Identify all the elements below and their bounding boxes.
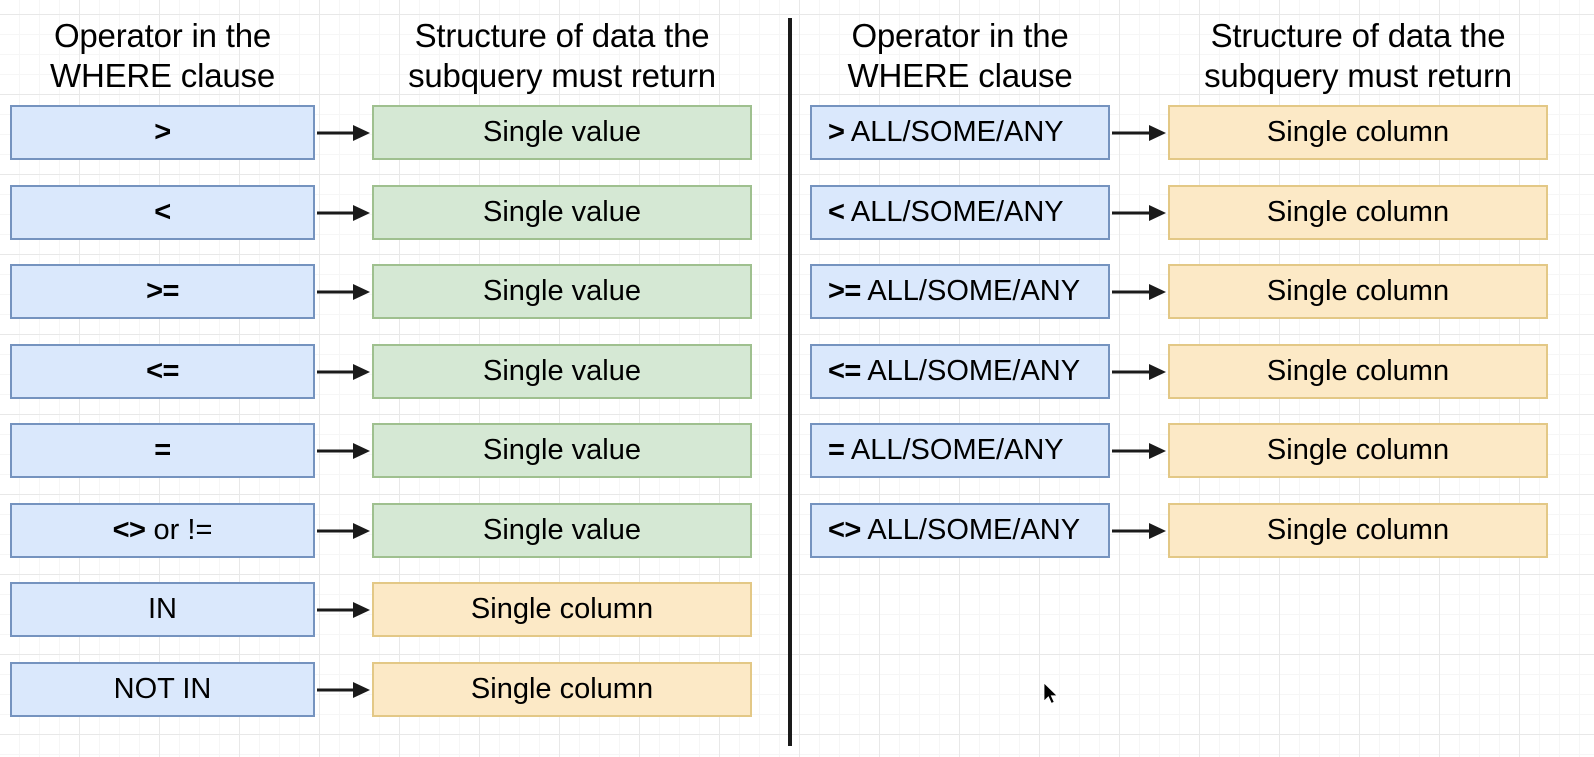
panel-divider	[788, 18, 792, 746]
operator-box-left-8[interactable]: NOT IN	[10, 662, 315, 717]
result-label: Single column	[1266, 196, 1450, 228]
flow-arrow-icon	[1112, 359, 1166, 385]
operator-symbol: >	[828, 116, 845, 148]
flow-arrow-icon	[1112, 438, 1166, 464]
operator-box-right-1[interactable]: > ALL/SOME/ANY	[810, 105, 1110, 160]
result-box-left-6[interactable]: Single value	[372, 503, 752, 558]
operator-text: ALL/SOME/ANY	[844, 196, 1064, 228]
operator-symbol: <>	[828, 514, 861, 546]
operator-label: < ALL/SOME/ANY	[828, 198, 1064, 227]
result-label: Single column	[1266, 514, 1450, 546]
result-box-left-2[interactable]: Single value	[372, 185, 752, 240]
result-box-right-4[interactable]: Single column	[1168, 344, 1548, 399]
operator-symbol: =	[828, 434, 845, 466]
operator-text: ALL/SOME/ANY	[860, 275, 1081, 307]
flow-arrow-icon	[317, 597, 370, 623]
operator-box-left-4[interactable]: <=	[10, 344, 315, 399]
operator-label: > ALL/SOME/ANY	[828, 118, 1064, 147]
result-label: Single column	[1266, 355, 1450, 387]
operator-label: >=	[146, 277, 179, 306]
result-label: Single value	[483, 434, 641, 466]
operator-symbol: <>	[112, 514, 146, 546]
operator-box-left-5[interactable]: =	[10, 423, 315, 478]
result-box-right-6[interactable]: Single column	[1168, 503, 1548, 558]
operator-symbol: <=	[146, 355, 179, 387]
left-operator-column-header: Operator in the WHERE clause	[50, 17, 275, 94]
operator-symbol: >=	[146, 275, 179, 307]
operator-box-right-5[interactable]: = ALL/SOME/ANY	[810, 423, 1110, 478]
operator-box-right-2[interactable]: < ALL/SOME/ANY	[810, 185, 1110, 240]
result-box-left-3[interactable]: Single value	[372, 264, 752, 319]
operator-box-right-3[interactable]: >= ALL/SOME/ANY	[810, 264, 1110, 319]
mouse-cursor-icon	[1043, 682, 1060, 707]
operator-label: <=	[146, 357, 179, 386]
result-box-left-8[interactable]: Single column	[372, 662, 752, 717]
result-label: Single value	[483, 196, 641, 228]
flow-arrow-icon	[1112, 279, 1166, 305]
operator-text: ALL/SOME/ANY	[860, 514, 1081, 546]
result-box-left-5[interactable]: Single value	[372, 423, 752, 478]
flow-arrow-icon	[1112, 120, 1166, 146]
flow-arrow-icon	[1112, 518, 1166, 544]
left-result-column-header: Structure of data the subquery must retu…	[408, 17, 716, 94]
result-label: Single column	[470, 673, 654, 705]
right-operator-column-header: Operator in the WHERE clause	[847, 17, 1073, 94]
result-box-left-1[interactable]: Single value	[372, 105, 752, 160]
operator-text: NOT IN	[113, 673, 212, 705]
operator-text: ALL/SOME/ANY	[860, 355, 1081, 387]
result-box-right-5[interactable]: Single column	[1168, 423, 1548, 478]
flow-arrow-icon	[317, 359, 370, 385]
operator-label: =	[154, 434, 171, 466]
operator-text: ALL/SOME/ANY	[844, 434, 1064, 466]
result-box-right-3[interactable]: Single column	[1168, 264, 1548, 319]
operator-text: ALL/SOME/ANY	[844, 116, 1064, 148]
right-result-column-header: Structure of data the subquery must retu…	[1204, 17, 1512, 94]
operator-box-left-1[interactable]: >	[10, 105, 315, 160]
operator-label: <> ALL/SOME/ANY	[828, 516, 1080, 545]
flow-arrow-icon	[317, 279, 370, 305]
result-box-left-7[interactable]: Single column	[372, 582, 752, 637]
result-box-right-1[interactable]: Single column	[1168, 105, 1548, 160]
flow-arrow-icon	[1112, 200, 1166, 226]
flow-arrow-icon	[317, 518, 370, 544]
operator-box-left-6[interactable]: <> or !=	[10, 503, 315, 558]
operator-symbol: >=	[828, 275, 861, 307]
operator-box-left-7[interactable]: IN	[10, 582, 315, 637]
flow-arrow-icon	[317, 120, 370, 146]
operator-label: <= ALL/SOME/ANY	[828, 357, 1080, 386]
operator-box-left-2[interactable]: <	[10, 185, 315, 240]
operator-label: >	[154, 116, 171, 148]
operator-label: <	[154, 196, 171, 228]
operator-symbol: <	[828, 196, 845, 228]
flow-arrow-icon	[317, 677, 370, 703]
result-label: Single column	[470, 593, 654, 625]
flow-arrow-icon	[317, 438, 370, 464]
operator-text: or !=	[145, 514, 213, 546]
operator-symbol: =	[154, 434, 171, 466]
result-box-left-4[interactable]: Single value	[372, 344, 752, 399]
result-label: Single value	[483, 514, 641, 546]
operator-symbol: <=	[828, 355, 861, 387]
operator-label: IN	[148, 595, 177, 624]
result-label: Single column	[1266, 275, 1450, 307]
result-label: Single column	[1266, 116, 1450, 148]
flow-arrow-icon	[317, 200, 370, 226]
operator-label: NOT IN	[114, 675, 212, 704]
diagram-canvas: Operator in the WHERE clause Structure o…	[0, 0, 1594, 757]
operator-box-right-4[interactable]: <= ALL/SOME/ANY	[810, 344, 1110, 399]
operator-label: = ALL/SOME/ANY	[828, 436, 1064, 465]
result-label: Single column	[1266, 434, 1450, 466]
operator-text: IN	[148, 593, 177, 625]
result-label: Single value	[483, 116, 641, 148]
result-label: Single value	[483, 275, 641, 307]
operator-symbol: <	[154, 196, 171, 228]
operator-box-left-3[interactable]: >=	[10, 264, 315, 319]
result-label: Single value	[483, 355, 641, 387]
operator-box-right-6[interactable]: <> ALL/SOME/ANY	[810, 503, 1110, 558]
operator-label: <> or !=	[113, 516, 213, 545]
operator-symbol: >	[154, 116, 171, 148]
result-box-right-2[interactable]: Single column	[1168, 185, 1548, 240]
operator-label: >= ALL/SOME/ANY	[828, 277, 1080, 306]
